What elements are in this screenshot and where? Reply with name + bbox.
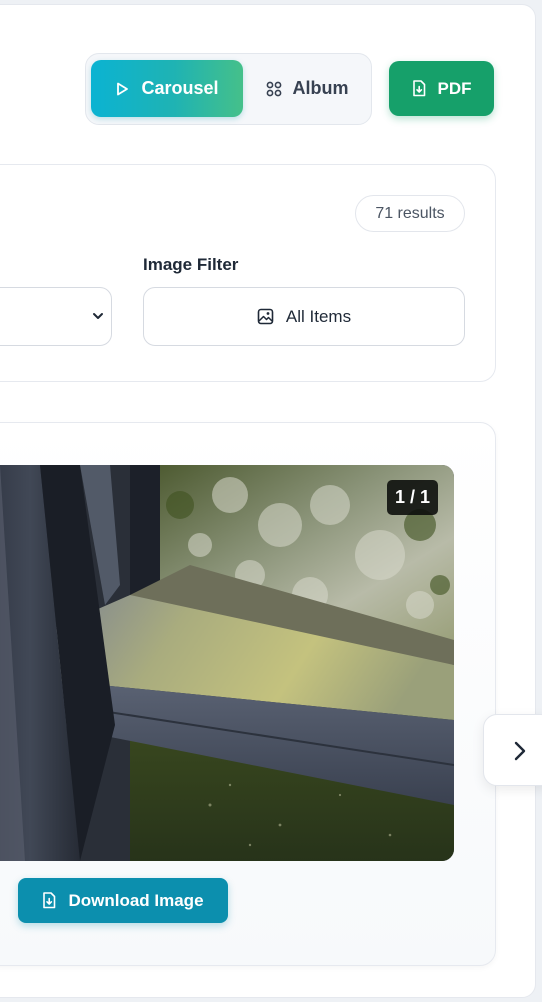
download-label: Download Image xyxy=(68,890,204,910)
album-label: Album xyxy=(292,78,349,98)
next-image-button[interactable] xyxy=(483,714,542,786)
file-download-icon xyxy=(42,892,56,909)
carousel-photo[interactable] xyxy=(0,465,454,861)
category-select[interactable] xyxy=(0,287,112,346)
chevron-down-icon xyxy=(91,309,105,323)
pdf-label: PDF xyxy=(437,78,472,98)
image-counter: 1 / 1 xyxy=(387,480,438,515)
image-filter-label: Image Filter xyxy=(143,255,239,274)
photo-window-frame-with-algae-icon xyxy=(0,465,454,861)
carousel-label: Carousel xyxy=(141,78,219,98)
carousel-view-button[interactable]: Carousel xyxy=(91,60,243,117)
play-icon xyxy=(115,82,129,96)
album-view-button[interactable]: Album xyxy=(248,60,366,117)
grid-icon xyxy=(266,81,282,97)
image-filter-button[interactable]: All Items xyxy=(143,287,465,346)
pdf-export-button[interactable]: PDF xyxy=(389,61,494,116)
image-icon xyxy=(257,308,274,325)
download-image-button[interactable]: Download Image xyxy=(18,878,228,923)
file-download-icon xyxy=(412,80,426,97)
image-filter-value: All Items xyxy=(285,306,352,326)
results-count-badge: 71 results xyxy=(355,195,465,232)
